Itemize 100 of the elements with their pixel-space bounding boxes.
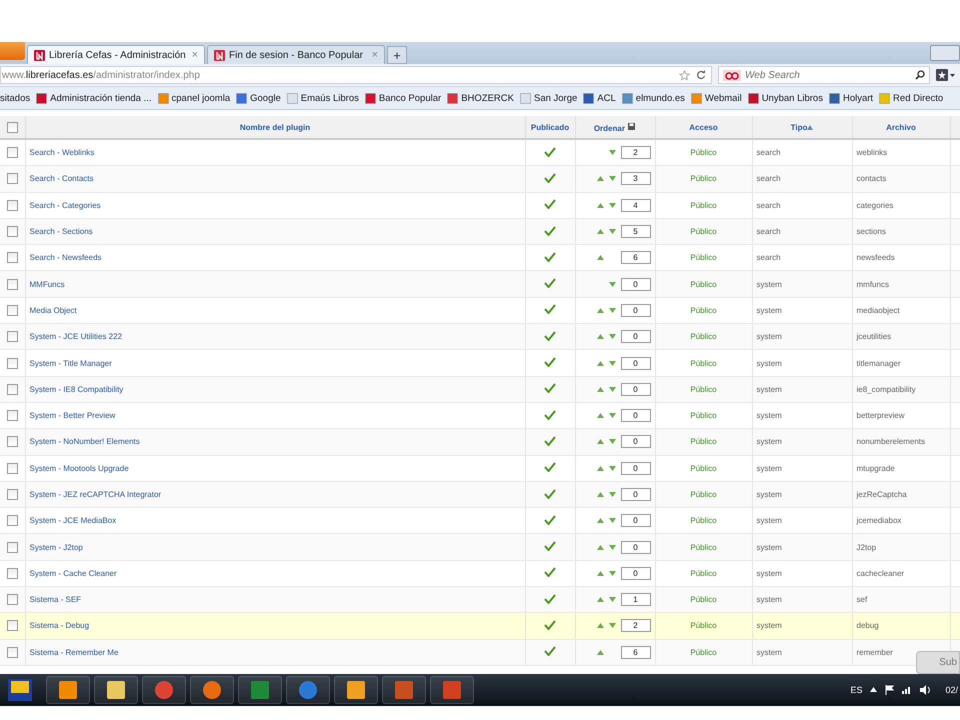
check-icon[interactable] xyxy=(544,304,556,314)
order-field[interactable]: 0 xyxy=(620,514,650,528)
row-checkbox[interactable] xyxy=(6,594,18,606)
plugin-name-link[interactable]: Search - Newsfeeds xyxy=(30,253,102,262)
row-checkbox[interactable] xyxy=(6,200,18,211)
row-checkbox[interactable] xyxy=(6,304,18,316)
plugin-name-link[interactable]: System - Better Preview xyxy=(30,411,116,420)
column-header[interactable]: Nombre del plugin xyxy=(240,122,310,132)
plugin-name-link[interactable]: Sistema - SEF xyxy=(30,595,82,604)
access-link[interactable]: Público xyxy=(690,306,717,315)
check-icon[interactable] xyxy=(544,514,556,525)
order-field[interactable]: 0 xyxy=(620,304,650,317)
access-link[interactable]: Público xyxy=(690,516,717,526)
row-checkbox[interactable] xyxy=(6,620,18,632)
access-link[interactable]: Público xyxy=(690,621,717,630)
column-header[interactable]: Archivo xyxy=(886,122,916,132)
taskbar-button[interactable] xyxy=(190,676,234,704)
check-icon[interactable] xyxy=(544,199,556,210)
plugin-name-link[interactable]: Search - Weblinks xyxy=(30,148,94,158)
order-field[interactable]: 0 xyxy=(620,409,650,422)
row-checkbox[interactable] xyxy=(6,226,18,238)
bookmark-link[interactable]: Administración tienda ... xyxy=(50,92,152,104)
check-icon[interactable] xyxy=(544,541,556,552)
plugin-name-link[interactable]: System - JCE MediaBox xyxy=(30,516,116,526)
move-up-icon[interactable] xyxy=(596,229,604,234)
check-icon[interactable] xyxy=(544,646,556,656)
row-checkbox[interactable] xyxy=(6,436,18,448)
minimize-button[interactable] xyxy=(930,45,960,61)
search-icon[interactable] xyxy=(915,70,925,80)
move-down-icon[interactable] xyxy=(608,597,616,602)
row-checkbox[interactable] xyxy=(6,358,18,369)
plugin-name-link[interactable]: System - Title Manager xyxy=(30,358,112,368)
plugin-name-link[interactable]: Search - Contacts xyxy=(30,174,94,184)
move-up-icon[interactable] xyxy=(596,597,604,602)
check-icon[interactable] xyxy=(544,252,556,262)
plugin-name-link[interactable]: System - Cache Cleaner xyxy=(30,568,117,578)
plugin-name-link[interactable]: Sistema - Remember Me xyxy=(30,648,118,657)
order-field[interactable]: 2 xyxy=(620,146,650,160)
check-icon[interactable] xyxy=(544,146,556,157)
order-field[interactable]: 4 xyxy=(620,198,650,212)
browser-tab[interactable]: Fin de sesion - Banco Popular × xyxy=(207,45,385,64)
move-down-icon[interactable] xyxy=(608,570,616,576)
access-link[interactable]: Público xyxy=(690,464,717,473)
check-icon[interactable] xyxy=(544,462,556,472)
move-up-icon[interactable] xyxy=(596,492,604,497)
order-field[interactable]: 1 xyxy=(620,593,650,606)
column-header[interactable]: Acceso xyxy=(689,122,718,132)
table-row[interactable]: System - Title Manager 0 Público system titlemanager xyxy=(0,350,960,376)
move-down-icon[interactable] xyxy=(608,229,616,234)
access-link[interactable]: Público xyxy=(690,200,717,210)
bookmark-link[interactable]: elmundo.es xyxy=(636,92,685,104)
move-down-icon[interactable] xyxy=(608,202,616,208)
order-field[interactable]: 0 xyxy=(620,356,650,370)
row-checkbox[interactable] xyxy=(6,489,18,500)
move-up-icon[interactable] xyxy=(596,570,604,576)
address-field[interactable]: www.libreriacefas.es/administrator/index.php xyxy=(0,66,712,84)
move-down-icon[interactable] xyxy=(608,413,616,418)
check-icon[interactable] xyxy=(544,172,556,183)
row-checkbox[interactable] xyxy=(6,173,18,184)
row-checkbox[interactable] xyxy=(6,462,18,474)
bookmark-link[interactable]: San Jorge xyxy=(534,92,578,104)
move-down-icon[interactable] xyxy=(608,386,616,392)
check-icon[interactable] xyxy=(544,226,556,236)
order-field[interactable]: 0 xyxy=(620,462,650,475)
move-up-icon[interactable] xyxy=(596,518,604,524)
move-down-icon[interactable] xyxy=(608,360,616,366)
move-down-icon[interactable] xyxy=(608,150,616,156)
row-checkbox[interactable] xyxy=(6,252,18,264)
app-icon[interactable] xyxy=(8,678,32,701)
check-icon[interactable] xyxy=(544,278,556,288)
signal-icon[interactable] xyxy=(902,685,912,694)
order-field[interactable]: 6 xyxy=(620,646,650,659)
order-field[interactable]: 0 xyxy=(620,382,650,396)
move-up-icon[interactable] xyxy=(596,413,604,418)
column-header[interactable]: Tipo xyxy=(790,122,808,132)
check-icon[interactable] xyxy=(544,330,556,341)
taskbar-button[interactable] xyxy=(94,676,138,704)
access-link[interactable]: Público xyxy=(690,148,717,158)
order-field[interactable]: 6 xyxy=(620,251,650,264)
order-field[interactable]: 0 xyxy=(620,330,650,344)
move-up-icon[interactable] xyxy=(596,439,604,444)
move-up-icon[interactable] xyxy=(596,544,604,550)
select-all-checkbox[interactable] xyxy=(6,122,18,132)
plugin-name-link[interactable]: Search - Categories xyxy=(30,200,101,210)
order-field[interactable]: 0 xyxy=(620,435,650,448)
move-down-icon[interactable] xyxy=(608,492,616,497)
row-checkbox[interactable] xyxy=(6,568,18,579)
order-field[interactable]: 3 xyxy=(620,172,650,186)
bookmark-link[interactable]: Red Directo xyxy=(893,92,944,104)
plugin-name-link[interactable]: System - JCE Utilities 222 xyxy=(30,332,122,342)
flag-icon[interactable] xyxy=(885,684,894,695)
table-row[interactable]: Search - Categories 4 Público search categories xyxy=(0,192,960,218)
column-header[interactable]: Ordenar xyxy=(594,124,625,132)
plugin-name-link[interactable]: Sistema - Debug xyxy=(30,621,90,630)
move-up-icon[interactable] xyxy=(596,202,604,208)
row-checkbox[interactable] xyxy=(6,542,18,553)
clock[interactable]: 02/ xyxy=(945,684,958,695)
move-up-icon[interactable] xyxy=(596,334,604,340)
access-link[interactable]: Público xyxy=(690,411,717,420)
taskbar-button[interactable] xyxy=(46,676,90,704)
